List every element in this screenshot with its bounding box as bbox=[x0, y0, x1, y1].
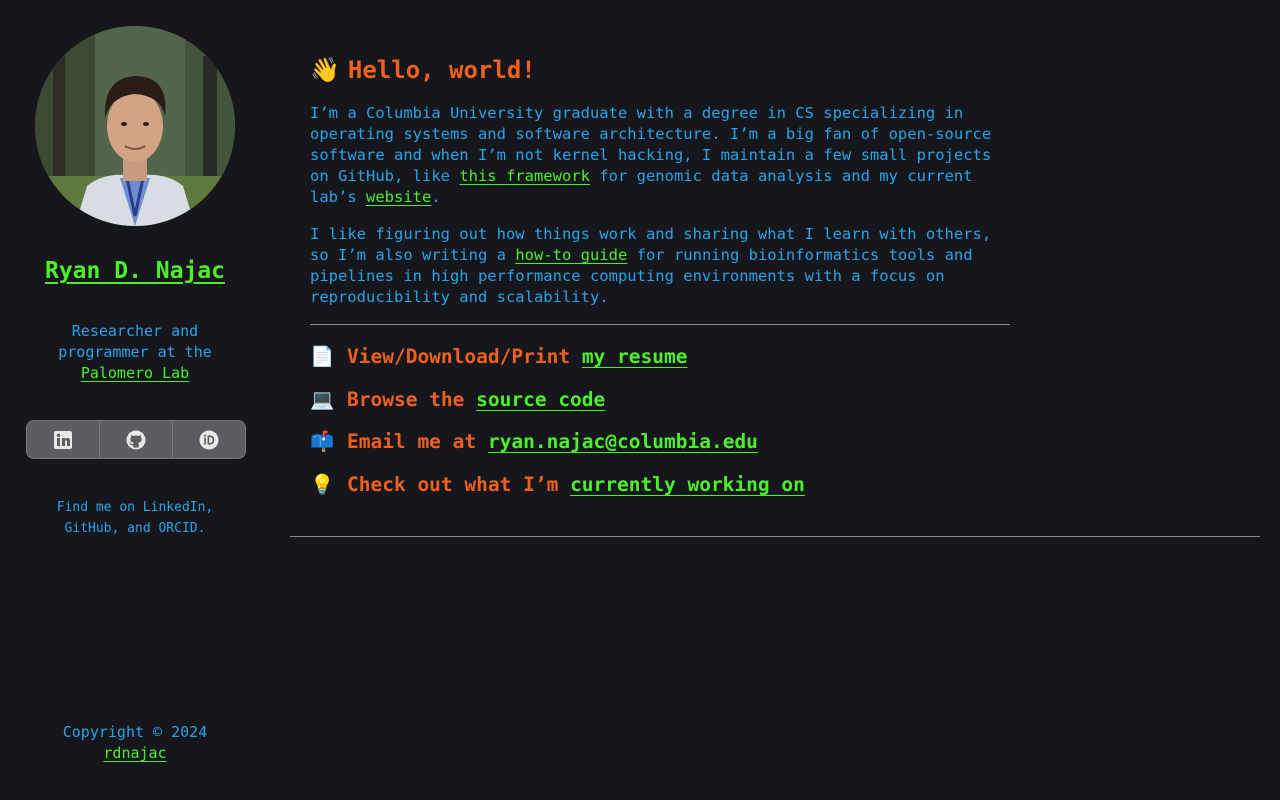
intro-text-3: . bbox=[431, 188, 441, 206]
waving-hand-icon: 👋 bbox=[310, 56, 340, 84]
email-action: 📫 Email me at ryan.najac@columbia.edu bbox=[310, 430, 758, 453]
orcid-icon bbox=[199, 430, 219, 449]
lightbulb-icon: 💡 bbox=[310, 473, 335, 496]
resume-action: 📄 View/Download/Print my resume bbox=[310, 345, 687, 368]
page-title: 👋 Hello, world! bbox=[310, 56, 536, 84]
intro-paragraph: I’m a Columbia University graduate with … bbox=[310, 103, 1015, 208]
github-icon bbox=[126, 430, 146, 449]
social-caption: Find me on LinkedIn, GitHub, and ORCID. bbox=[56, 500, 214, 536]
palomero-lab-link[interactable]: Palomero Lab bbox=[81, 364, 189, 382]
email-link[interactable]: ryan.najac@columbia.edu bbox=[488, 430, 758, 453]
social-links bbox=[26, 420, 246, 459]
divider bbox=[310, 324, 1010, 325]
copyright-text: Copyright © 2024 bbox=[62, 723, 208, 741]
sidebar: Ryan D. Najac Researcher and programmer … bbox=[0, 0, 270, 800]
footer-divider bbox=[290, 536, 1260, 537]
copyright: Copyright © 2024 rdnajac bbox=[35, 722, 235, 764]
source-action: 💻 Browse the source code bbox=[310, 388, 605, 411]
lab-website-link[interactable]: website bbox=[366, 188, 431, 206]
working-on-action: 💡 Check out what I’m currently working on bbox=[310, 473, 805, 496]
source-code-link[interactable]: source code bbox=[476, 388, 605, 411]
guide-paragraph: I like figuring out how things work and … bbox=[310, 224, 1015, 308]
avatar bbox=[35, 26, 235, 226]
page: Ryan D. Najac Researcher and programmer … bbox=[0, 0, 1280, 800]
working-on-link[interactable]: currently working on bbox=[570, 473, 805, 496]
email-action-text: Email me at bbox=[347, 430, 488, 453]
source-action-text: Browse the bbox=[347, 388, 477, 411]
how-to-guide-link[interactable]: how-to guide bbox=[515, 246, 627, 264]
orcid-button[interactable] bbox=[173, 421, 245, 458]
profile-name-link[interactable]: Ryan D. Najac bbox=[0, 258, 270, 284]
resume-action-text: View/Download/Print bbox=[347, 345, 582, 368]
laptop-icon: 💻 bbox=[310, 388, 335, 411]
rdnajac-link[interactable]: rdnajac bbox=[103, 744, 166, 762]
linkedin-button[interactable] bbox=[27, 421, 100, 458]
github-button[interactable] bbox=[100, 421, 173, 458]
mailbox-icon: 📫 bbox=[310, 430, 335, 453]
document-icon: 📄 bbox=[310, 345, 335, 368]
framework-link[interactable]: this framework bbox=[459, 167, 590, 185]
tagline: Researcher and programmer at the Palomer… bbox=[35, 321, 235, 384]
working-on-action-text: Check out what I’m bbox=[347, 473, 571, 496]
page-title-text: Hello, world! bbox=[347, 56, 536, 84]
tagline-text: Researcher and programmer at the bbox=[58, 322, 212, 361]
resume-link[interactable]: my resume bbox=[582, 345, 688, 368]
linkedin-icon bbox=[54, 430, 72, 449]
